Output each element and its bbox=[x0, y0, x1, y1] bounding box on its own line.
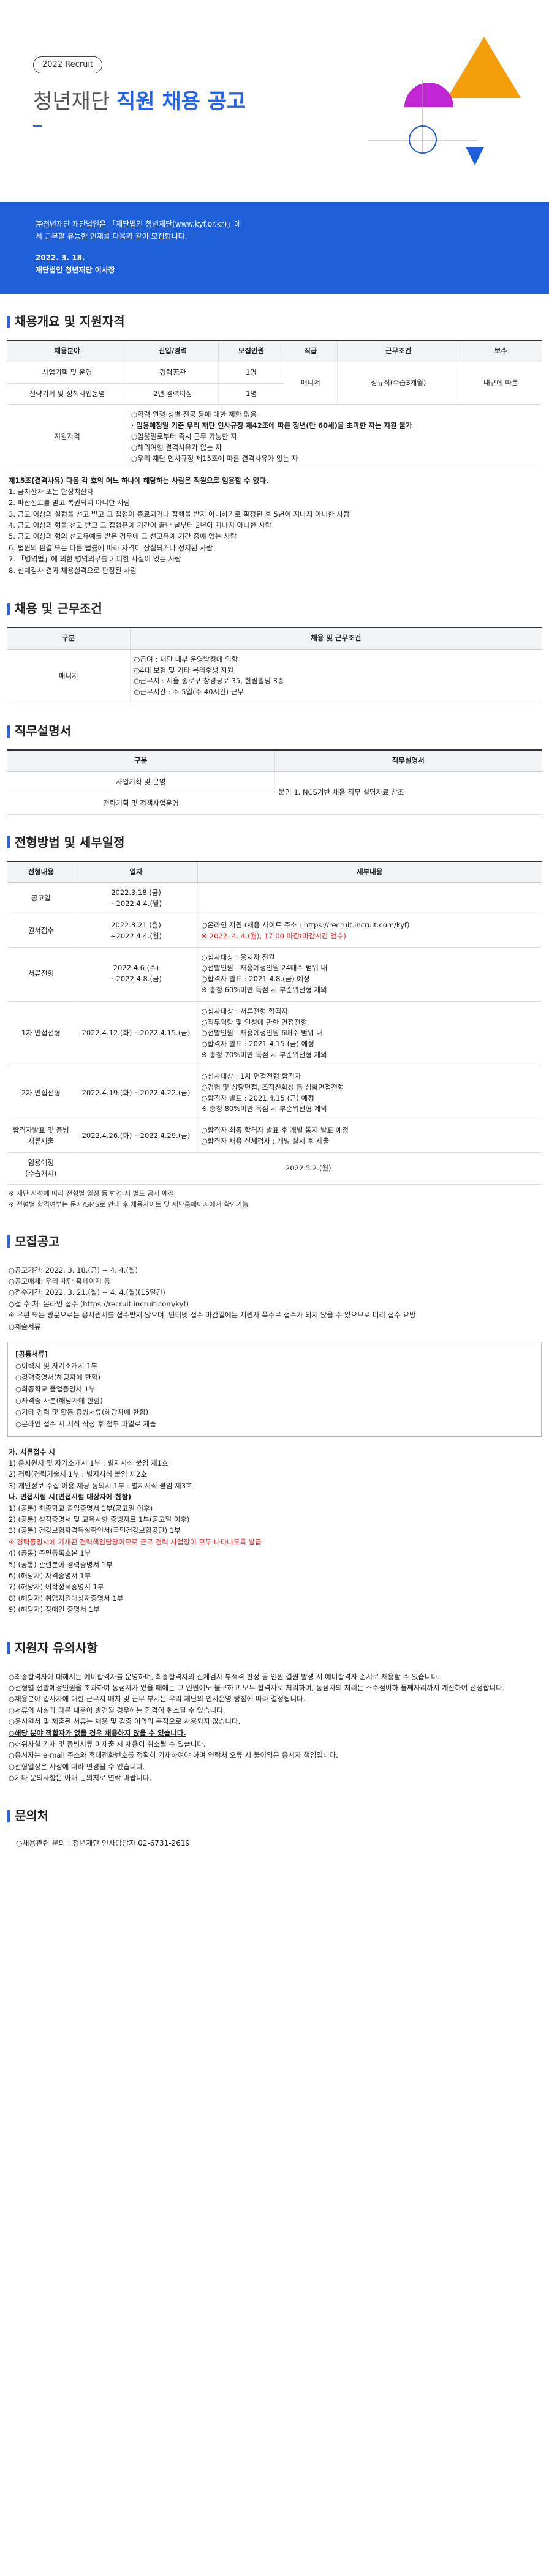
table-row: 매니저 ○급여 : 재단 내부 운영방침에 의함 ○4대 보험 및 기타 복리후생… bbox=[7, 649, 542, 704]
section-title: 채용 및 근무조건 bbox=[15, 601, 102, 616]
intro-text: ㈜청년재단 재단법인은 「재단법인 청년재단(www.kyf.or.kr)」에서… bbox=[36, 220, 241, 241]
table-row: 원서접수 2022.3.21.(월) ~2022.4.4.(월) ○온라인 지원 … bbox=[7, 915, 542, 948]
section-title: 지원자 유의사항 bbox=[15, 1640, 98, 1655]
table-row: 지원자격 ○학력·연령·성별·전공 등에 대한 제한 없음 · 임용예정일 기준… bbox=[7, 404, 542, 470]
table-row: 2차 면접전형 2022.4.19.(화) ~2022.4.22.(금) ○심사대… bbox=[7, 1066, 542, 1121]
title-underline bbox=[33, 125, 42, 127]
disqualification-rules: 제15조(결격사유) 다음 각 호의 어느 하나에 해당하는 사람은 직원으로 … bbox=[9, 476, 350, 575]
orange-triangle-icon bbox=[447, 37, 521, 98]
hero: 2022 Recruit 청년재단 직원 채용 공고 ㈜청년재단 재단법인은 「… bbox=[0, 0, 549, 294]
common-documents-box: [공통서류] ○이력서 및 자기소개서 1부 ○경력증명서(해당자에 한함) ○최… bbox=[7, 1341, 542, 1437]
blue-triangle-icon bbox=[466, 147, 484, 165]
section-cautions: 지원자 유의사항 ○최종합격자에 대해서는 예비합격자를 운영하며, 최종합격자… bbox=[0, 1639, 549, 1789]
section-title: 문의처 bbox=[15, 1808, 49, 1824]
conditions-table: 구분 채용 및 근무조건 매니저 ○급여 : 재단 내부 운영방침에 의함 ○4대 … bbox=[7, 627, 542, 704]
recruit-badge: 2022 Recruit bbox=[33, 56, 103, 74]
contact-line: ○채용관련 문의 : 청년재단 인사담당자 02-6731-2619 bbox=[16, 1839, 191, 1848]
section-title: 전형방법 및 세부일정 bbox=[15, 834, 125, 850]
table-row: 임용예정 (수습개시) 2022.5.2.(월) bbox=[7, 1152, 542, 1185]
signer: 재단법인 청년재단 이사장 bbox=[36, 266, 115, 275]
table-row: 사업기획 및 운영 붙임 1. NCS기반 채용 직무 설명자료 참조 bbox=[7, 771, 542, 815]
submit-link[interactable]: ○접 수 처: 온라인 접수 (https://recruit.incruit.… bbox=[9, 1298, 540, 1309]
page-title: 청년재단 직원 채용 공고 bbox=[33, 89, 246, 114]
overview-table: 채용분야 신입/경력 모집인원 직급 근무조건 보수 사업기획 및 운영 경력无관 1명 매… bbox=[7, 339, 542, 470]
section-conditions: 채용 및 근무조건 구분 채용 및 근무조건 매니저 ○급여 : 재단 내부 운영… bbox=[0, 599, 549, 704]
apply-link[interactable]: ○온라인 지원 (채용 사이트 주소 : https://recruit.inc… bbox=[202, 920, 539, 931]
section-title: 모집공고 bbox=[15, 1234, 60, 1249]
section-schedule: 전형방법 및 세부일정 전형내용 일자 세부내용 공고일 2022.3.18.(금) … bbox=[0, 833, 549, 1214]
section-contact: 문의처 ○채용관련 문의 : 청년재단 인사담당자 02-6731-2619 bbox=[0, 1807, 549, 1874]
table-row: 1차 면접전형 2022.4.12.(화) ~2022.4.15.(금) ○심사대… bbox=[7, 1001, 542, 1066]
table-row: 사업기획 및 운영 경력无관 1명 매니저 정규직(수습3개월) 내규에 따름 bbox=[7, 362, 542, 405]
table-row: 합격자발표 및 증빙서류제출 2022.4.26.(화) ~2022.4.29.(… bbox=[7, 1120, 542, 1153]
section-job-desc: 직무설명서 구분 직무설명서 사업기획 및 운영 붙임 1. NCS기반 채용 직무… bbox=[0, 722, 549, 815]
section-title: 채용개요 및 지원자격 bbox=[15, 314, 125, 329]
job-desc-table: 구분 직무설명서 사업기획 및 운영 붙임 1. NCS기반 채용 직무 설명자료 … bbox=[7, 749, 542, 815]
section-overview: 채용개요 및 지원자격 채용분야 신입/경력 모집인원 직급 근무조건 보수 사업기획 … bbox=[0, 312, 549, 581]
section-title: 직무설명서 bbox=[15, 724, 71, 739]
schedule-table: 전형내용 일자 세부내용 공고일 2022.3.18.(금) ~2022.4.4.(월… bbox=[7, 860, 542, 1185]
table-row: 서류전형 2022.4.6.(수) ~2022.4.8.(금) ○심사대상 : 응… bbox=[7, 947, 542, 1002]
intro-banner: ㈜청년재단 재단법인은 「재단법인 청년재단(www.kyf.or.kr)」에서… bbox=[0, 202, 549, 294]
announce-date: 2022. 3. 18. bbox=[36, 253, 85, 262]
section-notice: 모집공고 ○공고기간: 2022. 3. 18.(금) ~ 4. 4.(월) ○공… bbox=[0, 1232, 549, 1620]
table-row: 공고일 2022.3.18.(금) ~2022.4.4.(월) bbox=[7, 882, 542, 915]
